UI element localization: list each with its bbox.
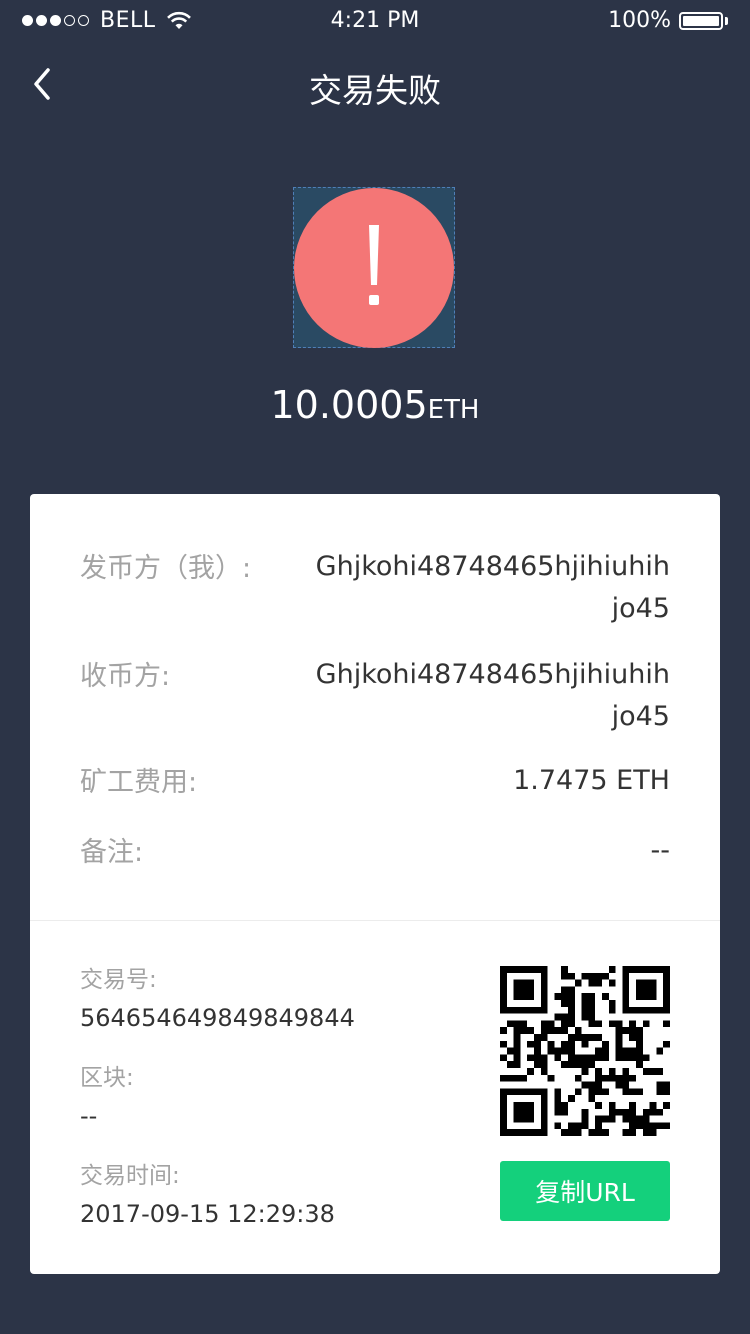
note-row: 备注: --: [80, 830, 670, 872]
copy-url-button[interactable]: 复制URL: [500, 1161, 670, 1221]
sender-address: Ghjkohi48748465hjihiuhihjo45: [315, 551, 670, 624]
tx-time-value: 2017-09-15 12:29:38: [80, 1200, 335, 1228]
block-value: --: [80, 1102, 98, 1130]
transaction-card: 发币方（我）: Ghjkohi48748465hjihiuhihjo45 收币方…: [30, 494, 720, 1274]
alert-icon-container: [293, 187, 455, 348]
note-label: 备注:: [80, 837, 144, 868]
amount-unit: ETH: [427, 395, 480, 425]
block-block: 区块: --: [80, 1058, 134, 1130]
status-bar: BELL 4:21 PM 100%: [0, 0, 750, 40]
sender-row: 发币方（我）: Ghjkohi48748465hjihiuhihjo45: [80, 546, 670, 630]
receiver-row: 收币方: Ghjkohi48748465hjihiuhihjo45: [80, 654, 670, 738]
fee-label: 矿工费用:: [80, 767, 198, 798]
tx-id-value: 564654649849849844: [80, 1004, 355, 1032]
note-value: --: [650, 835, 671, 866]
battery-status: 100%: [608, 8, 728, 33]
exclamation-icon: [369, 224, 379, 305]
divider: [30, 920, 720, 921]
amount-value: 10.0005: [270, 383, 428, 427]
fee-value: 1.7475 ETH: [513, 765, 670, 796]
tx-time-block: 交易时间: 2017-09-15 12:29:38: [80, 1156, 335, 1228]
tx-time-label: 交易时间:: [80, 1163, 180, 1189]
sender-label: 发币方（我）:: [80, 553, 252, 584]
alert-icon: [294, 187, 454, 348]
tx-id-label: 交易号:: [80, 967, 157, 993]
tx-id-block: 交易号: 564654649849849844: [80, 960, 355, 1032]
nav-bar: 交易失败: [0, 50, 750, 120]
qr-code: [500, 966, 670, 1136]
block-label: 区块:: [80, 1065, 134, 1091]
page-title: 交易失败: [309, 71, 441, 110]
battery-icon: [679, 11, 723, 30]
receiver-label: 收币方:: [80, 661, 171, 692]
transaction-amount: 10.0005ETH: [0, 383, 750, 427]
fee-row: 矿工费用: 1.7475 ETH: [80, 760, 670, 802]
battery-percent: 100%: [608, 8, 671, 33]
receiver-address: Ghjkohi48748465hjihiuhihjo45: [315, 659, 670, 732]
